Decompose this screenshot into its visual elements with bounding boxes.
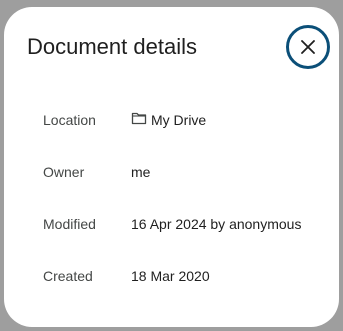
created-value: 18 Mar 2020 [131,268,210,284]
detail-row-owner: Owner me [43,162,333,182]
owner-label: Owner [43,164,85,180]
location-text: My Drive [151,112,207,128]
owner-value: me [131,164,151,180]
location-label: Location [43,112,96,128]
location-value: My Drive [131,110,206,130]
modified-label: Modified [43,216,96,232]
detail-row-created: Created 18 Mar 2020 [43,266,333,286]
modified-value: 16 Apr 2024 by anonymous [131,216,302,232]
detail-row-location: Location My Drive [43,110,333,130]
detail-row-modified: Modified 16 Apr 2024 by anonymous [43,214,333,234]
close-icon [301,40,315,54]
close-button[interactable] [286,25,330,69]
folder-icon [131,110,147,130]
document-details-dialog: Document details Location My Drive Owner [4,7,339,327]
created-label: Created [43,268,93,284]
dialog-title: Document details [27,34,197,59]
location-link[interactable]: My Drive [131,110,206,130]
